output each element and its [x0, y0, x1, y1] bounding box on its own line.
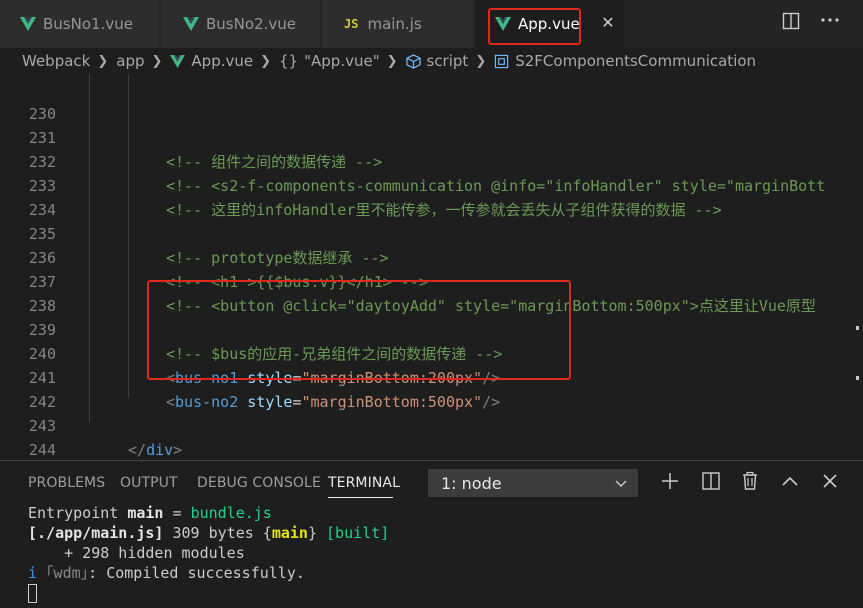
chevron-down-icon: [615, 470, 627, 507]
terminal-select-value: 1: node: [441, 474, 502, 493]
vue-icon: [170, 54, 186, 68]
breadcrumb-label: "App.vue": [304, 52, 380, 70]
breadcrumb-label: App.vue: [191, 52, 254, 70]
overview-ruler-mark: [856, 376, 859, 380]
split-icon[interactable]: [700, 471, 722, 493]
code-line: 245: [0, 438, 863, 460]
chevron-right-icon: ❯: [475, 53, 487, 69]
code-line: 232 <!-- <s2-f-components-communication …: [0, 126, 863, 195]
tab-output[interactable]: OUTPUT: [120, 475, 178, 491]
tab-busno1[interactable]: BusNo1.vue: [0, 0, 160, 48]
code-line: 235 <!-- prototype数据继承 -->: [0, 198, 863, 267]
bottom-panel: PROBLEMS OUTPUT DEBUG CONSOLE TERMINAL 1…: [0, 460, 863, 608]
terminal-output[interactable]: Entrypoint main = bundle.js [./app/main.…: [28, 503, 389, 603]
cube-icon: [405, 53, 421, 69]
breadcrumb-app-vue[interactable]: App.vue: [170, 52, 253, 70]
tab-main-js[interactable]: JS main.js: [322, 0, 474, 48]
terminal-line: [28, 583, 389, 603]
plus-icon[interactable]: [659, 471, 681, 493]
terminal-cursor: [28, 584, 37, 603]
code-line: 237 <!-- <button @click="daytoyAdd" styl…: [0, 246, 863, 315]
chevron-up-icon[interactable]: [779, 471, 801, 493]
tab-problems[interactable]: PROBLEMS: [28, 475, 105, 491]
terminal-line: + 298 hidden modules: [28, 544, 245, 562]
chevron-right-icon: ❯: [97, 53, 109, 69]
breadcrumb-app[interactable]: app: [116, 52, 144, 70]
active-tab-indicator: [328, 497, 393, 498]
code-line: 236 <!-- <h1 >{{$bus.v}}</h1> -->: [0, 222, 863, 291]
breadcrumb-component[interactable]: S2FComponentsCommunication: [494, 52, 756, 70]
code-line: 244 </template>: [0, 414, 863, 459]
code-line: 243 </div>: [0, 390, 863, 459]
editor-tab-bar: BusNo1.vue BusNo2.vue JS main.js App.vue…: [0, 0, 863, 48]
highlight-box-code: [147, 280, 571, 380]
split-editor-icon[interactable]: [782, 12, 800, 34]
highlight-box-tab: [488, 8, 581, 45]
vue-icon: [20, 17, 36, 31]
code-editor[interactable]: 230 231 <!-- 组件之间的数据传递 --> 232 <!-- <s2-…: [0, 74, 863, 460]
vue-icon: [183, 17, 199, 31]
breadcrumb-webpack[interactable]: Webpack: [22, 52, 90, 70]
breadcrumb: Webpack ❯ app ❯ App.vue ❯ {} "App.vue" ❯…: [0, 48, 863, 74]
tab-label: BusNo2.vue: [206, 15, 296, 33]
code-line: 230: [0, 78, 863, 123]
chevron-right-icon: ❯: [151, 53, 163, 69]
braces-icon: {}: [279, 52, 299, 70]
tab-terminal[interactable]: TERMINAL: [328, 475, 400, 491]
trash-icon[interactable]: [739, 471, 761, 493]
tab-busno2[interactable]: BusNo2.vue: [161, 0, 321, 48]
breadcrumb-label: S2FComponentsCommunication: [515, 52, 757, 70]
tab-label: BusNo1.vue: [43, 15, 133, 33]
symbol-field-icon: [495, 54, 509, 68]
breadcrumb-module[interactable]: {} "App.vue": [279, 52, 380, 70]
js-icon: JS: [344, 17, 359, 31]
chevron-right-icon: ❯: [386, 53, 398, 69]
terminal-select[interactable]: 1: node: [428, 469, 638, 497]
chevron-right-icon: ❯: [260, 53, 272, 69]
tab-label: main.js: [367, 15, 422, 33]
overview-ruler-mark: [856, 326, 859, 330]
tab-debug-console[interactable]: DEBUG CONSOLE: [197, 475, 321, 491]
close-icon[interactable]: ✕: [598, 13, 618, 33]
terminal-line: i ｢wdm｣: Compiled successfully.: [28, 564, 305, 582]
code-line: 231 <!-- 组件之间的数据传递 -->: [0, 102, 863, 171]
code-line: 234: [0, 174, 863, 219]
terminal-line: [./app/main.js] 309 bytes {main} [built]: [28, 524, 390, 542]
close-icon[interactable]: [819, 471, 841, 493]
terminal-line: Entrypoint main = bundle.js: [28, 504, 272, 522]
code-line: 233 <!-- 这里的infoHandler里不能传参，一传参就会丢失从子组件…: [0, 150, 863, 219]
breadcrumb-script[interactable]: script: [405, 52, 469, 70]
more-actions-icon[interactable]: [820, 10, 840, 34]
breadcrumb-label: script: [426, 52, 469, 70]
